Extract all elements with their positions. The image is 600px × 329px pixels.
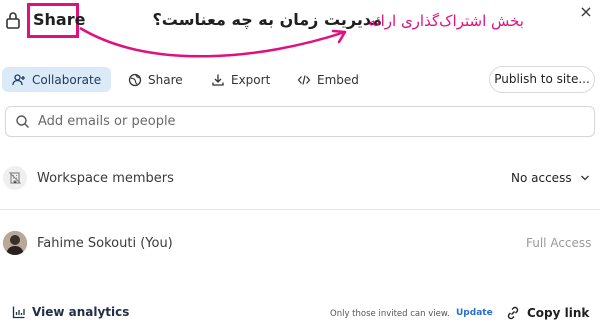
code-icon bbox=[297, 74, 311, 85]
close-icon: × bbox=[579, 2, 593, 21]
annotation-arrow-curve bbox=[79, 26, 346, 58]
publish-to-site-button[interactable]: Publish to site... bbox=[489, 66, 595, 93]
tab-share-label: Share bbox=[148, 72, 183, 87]
tab-export[interactable]: Export bbox=[211, 67, 270, 92]
copy-link-button[interactable]: Copy link bbox=[505, 305, 589, 321]
workspace-access-value: No access bbox=[511, 171, 572, 185]
view-analytics-button[interactable]: View analytics bbox=[12, 305, 129, 319]
user-row: Fahime Sokouti (You) Full Access bbox=[0, 217, 600, 269]
search-icon bbox=[16, 115, 29, 128]
search-input[interactable] bbox=[38, 114, 578, 129]
close-button[interactable]: × bbox=[577, 3, 595, 21]
copy-link-label: Copy link bbox=[527, 306, 590, 320]
tab-embed-label: Embed bbox=[317, 72, 359, 87]
page-title: Share bbox=[33, 10, 86, 29]
tab-share[interactable]: Share bbox=[128, 67, 183, 92]
title-annotation: مدیریت زمان به چه معناست؟ bbox=[152, 10, 383, 29]
chevron-down-icon bbox=[580, 175, 589, 181]
workspace-avatar bbox=[3, 166, 27, 190]
workspace-access-select[interactable]: No access bbox=[511, 171, 590, 185]
search-field[interactable] bbox=[5, 106, 595, 137]
tab-export-label: Export bbox=[231, 72, 271, 87]
update-link[interactable]: Update bbox=[456, 308, 493, 318]
invite-note: Only those invited can view. bbox=[330, 309, 450, 319]
tab-collaborate-label: Collaborate bbox=[32, 72, 102, 87]
building-icon bbox=[9, 172, 21, 184]
user-name: Fahime Sokouti (You) bbox=[37, 235, 173, 251]
link-icon bbox=[507, 306, 519, 320]
annotation-arrow-head bbox=[331, 29, 347, 44]
user-access-level: Full Access bbox=[526, 236, 592, 250]
add-user-icon bbox=[12, 73, 25, 85]
workspace-members-row: Workspace members No access bbox=[0, 152, 600, 204]
footer: View analytics Only those invited can vi… bbox=[0, 297, 600, 329]
view-analytics-label: View analytics bbox=[32, 305, 130, 319]
section-annotation: بخش اشتراک‌گذاری ارائه bbox=[368, 12, 524, 30]
workspace-members-label: Workspace members bbox=[37, 170, 174, 186]
globe-icon bbox=[128, 73, 142, 86]
tab-collaborate[interactable]: Collaborate bbox=[2, 67, 112, 92]
avatar bbox=[3, 231, 27, 255]
divider bbox=[0, 209, 600, 210]
tab-embed[interactable]: Embed bbox=[297, 67, 359, 92]
download-icon bbox=[212, 74, 224, 86]
lock-icon bbox=[4, 10, 22, 30]
analytics-icon bbox=[12, 306, 25, 319]
